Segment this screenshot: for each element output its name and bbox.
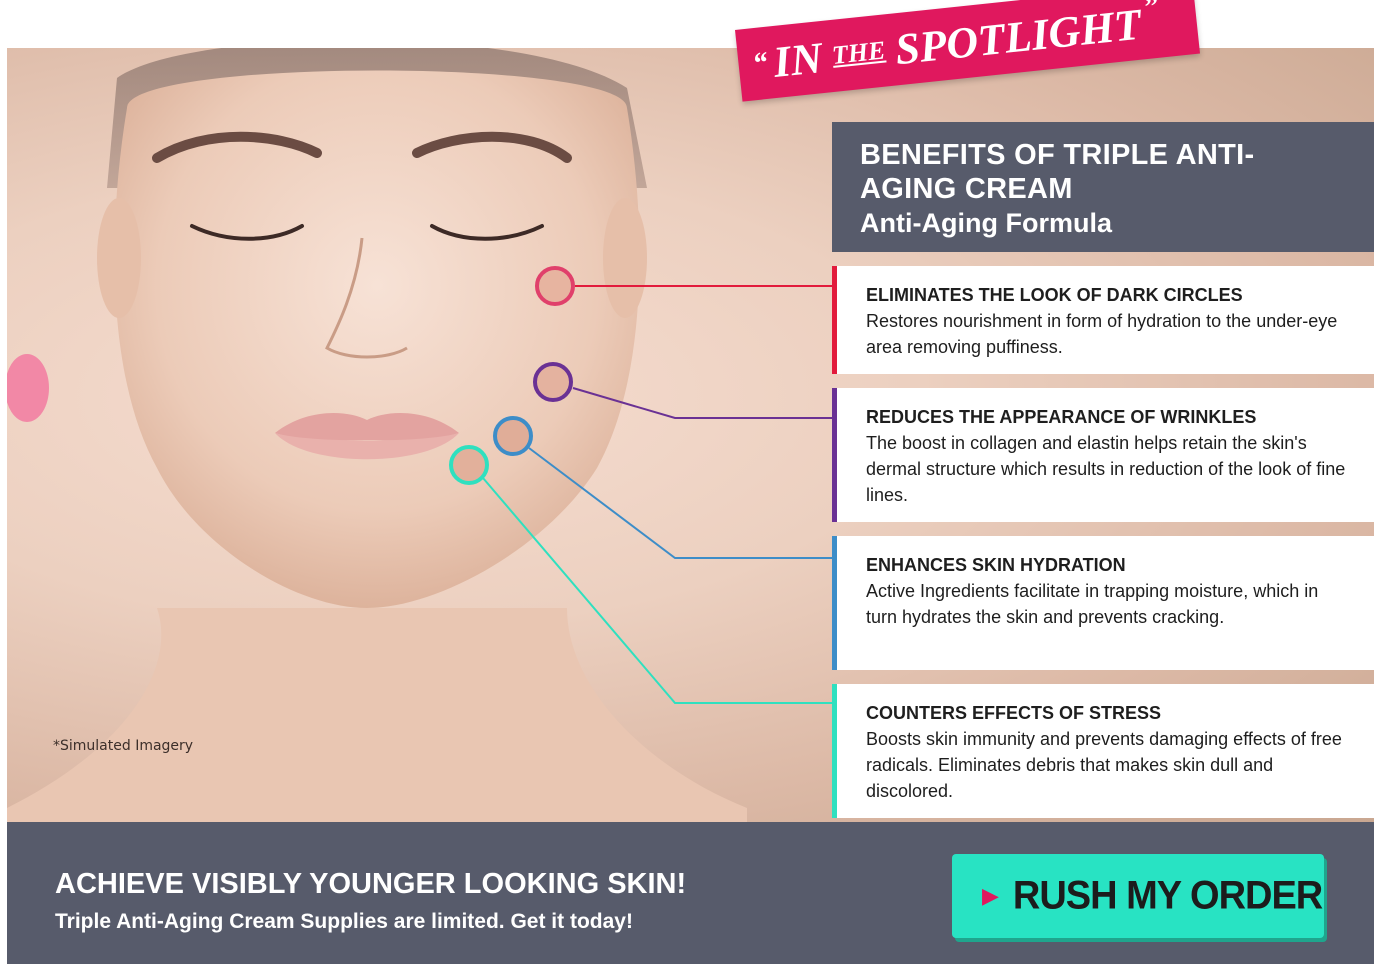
benefit-card-dark-circles: ELIMINATES THE LOOK OF DARK CIRCLES Rest… <box>832 266 1374 374</box>
close-quote: ” <box>1141 0 1160 25</box>
benefits-subtitle: Anti-Aging Formula <box>860 208 1112 238</box>
benefit-accent-bar <box>832 266 837 374</box>
marker-wrinkles <box>533 362 573 402</box>
marker-dark-circles <box>535 266 575 306</box>
benefits-header: BENEFITS OF TRIPLE ANTI-AGING CREAM Anti… <box>832 122 1374 252</box>
benefit-accent-bar <box>832 684 837 818</box>
benefit-card-wrinkles: REDUCES THE APPEARANCE OF WRINKLES The b… <box>832 388 1374 522</box>
benefit-accent-bar <box>832 388 837 522</box>
footer-bar: ACHIEVE VISIBLY YOUNGER LOOKING SKIN! Tr… <box>7 822 1374 964</box>
benefit-title: COUNTERS EFFECTS OF STRESS <box>866 703 1162 723</box>
spotlight-word-in: IN <box>771 32 825 87</box>
play-arrow-icon: ▶ <box>982 883 999 908</box>
benefit-card-hydration: ENHANCES SKIN HYDRATION Active Ingredien… <box>832 536 1374 670</box>
benefit-card-stress: COUNTERS EFFECTS OF STRESS Boosts skin i… <box>832 684 1374 818</box>
rush-my-order-label: RUSH MY ORDER <box>1012 873 1323 918</box>
benefit-title: ENHANCES SKIN HYDRATION <box>866 555 1126 575</box>
benefits-title: BENEFITS OF TRIPLE ANTI-AGING CREAM <box>860 139 1255 205</box>
simulated-imagery-note: *Simulated Imagery <box>53 738 194 754</box>
open-quote: “ <box>750 45 770 81</box>
benefit-title: REDUCES THE APPEARANCE OF WRINKLES <box>866 407 1257 427</box>
spotlight-word-the: THE <box>830 35 887 70</box>
rush-my-order-button[interactable]: ▶ RUSH MY ORDER <box>952 854 1324 938</box>
benefit-description: Active Ingredients facilitate in trappin… <box>866 581 1319 627</box>
benefit-accent-bar <box>832 536 837 670</box>
benefit-description: The boost in collagen and elastin helps … <box>866 433 1346 505</box>
benefit-title: ELIMINATES THE LOOK OF DARK CIRCLES <box>866 285 1243 305</box>
footer-headline: ACHIEVE VISIBLY YOUNGER LOOKING SKIN! <box>55 868 687 900</box>
benefit-description: Restores nourishment in form of hydratio… <box>866 311 1338 357</box>
marker-hydration <box>493 416 533 456</box>
marker-stress <box>449 445 489 485</box>
benefit-description: Boosts skin immunity and prevents damagi… <box>866 729 1342 801</box>
footer-subline: Triple Anti-Aging Cream Supplies are lim… <box>55 910 633 933</box>
